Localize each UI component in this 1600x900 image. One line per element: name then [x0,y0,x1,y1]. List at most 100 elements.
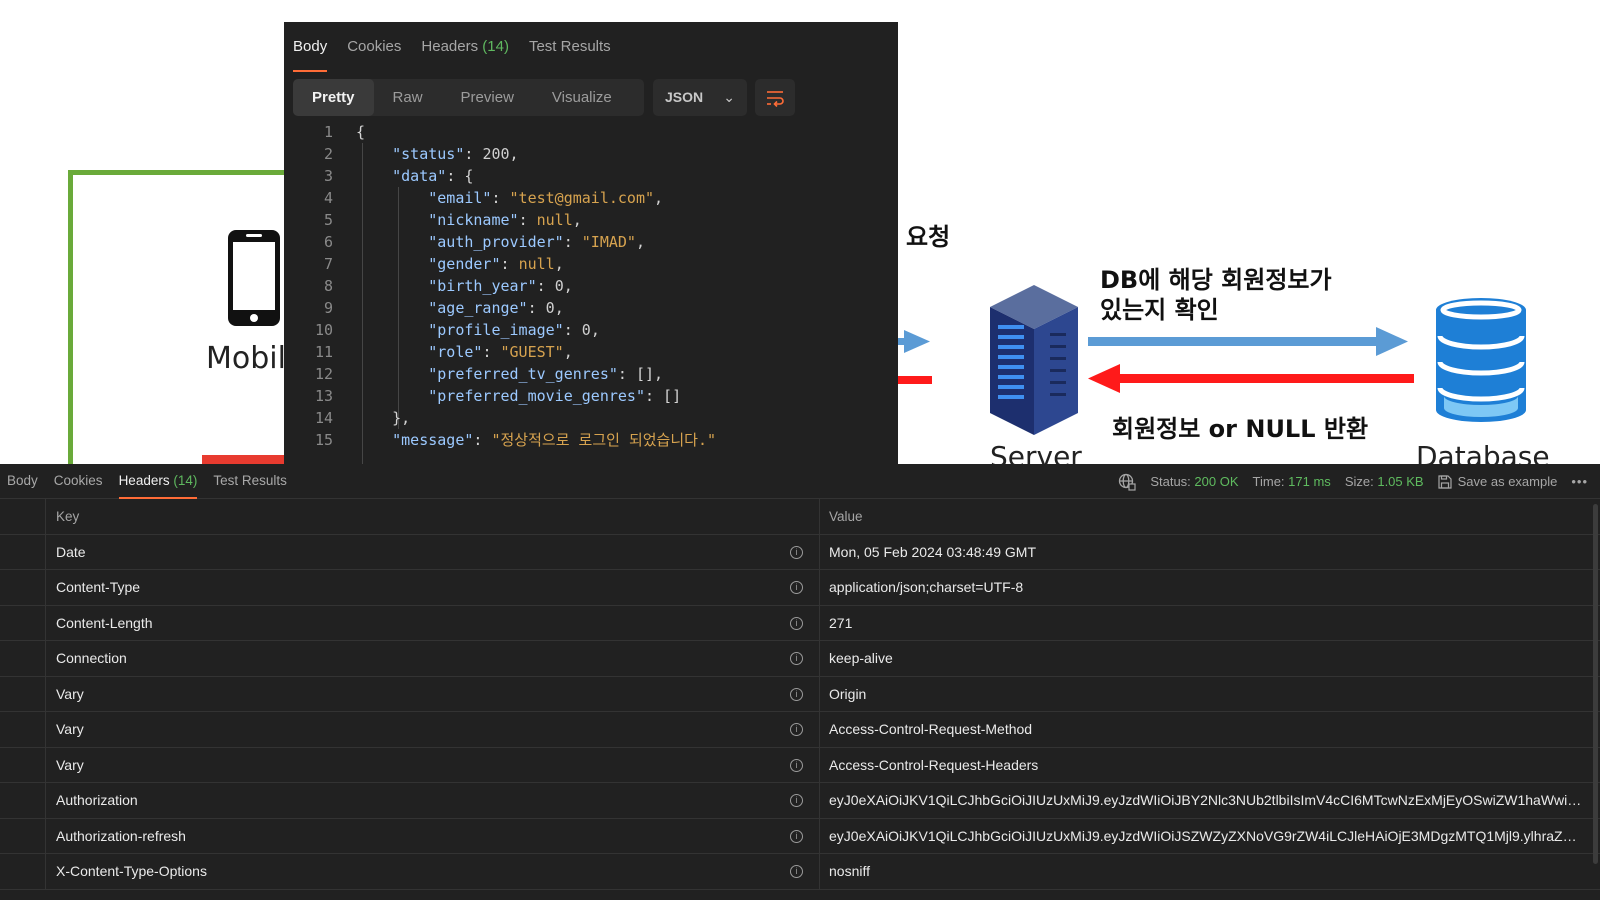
info-icon[interactable]: i [790,865,803,878]
info-icon[interactable]: i [790,545,803,559]
header-value: eyJ0eXAiOiJKV1QiLCJhbGciOiJIUzUxMiJ9.eyJ… [829,827,1584,844]
header-value: keep-alive [829,650,893,666]
info-icon[interactable]: i [790,581,803,594]
json-punctuation: : [491,189,510,207]
tab-cookies[interactable]: Cookies [54,464,103,499]
line-number: 3 [323,167,333,185]
json-punctuation: , [509,145,519,163]
code-text: "nickname": null, [356,209,582,231]
status-value: 200 OK [1194,474,1239,489]
view-preview-button[interactable]: Preview [442,79,533,116]
info-icon[interactable]: i [790,616,803,630]
tab-headers[interactable]: Headers (14) [118,464,197,499]
wrap-lines-button[interactable] [755,79,795,116]
header-key: Vary [56,685,84,702]
format-select[interactable]: JSON ⌄ [653,79,747,116]
line-number: 7 [323,255,333,273]
headers-table: Key Value Date i Mon, 05 Feb 2024 03:48:49… [0,499,1600,890]
header-key: Vary [56,756,84,773]
header-value: application/json;charset=UTF-8 [829,579,1024,595]
code-text: "preferred_tv_genres": [], [356,363,663,385]
response-tabs: Body Cookies Headers (14) Test Results [293,36,611,76]
header-value: Access-Control-Request-Headers [829,756,1039,773]
code-text: "status": 200, [356,143,519,165]
tab-body[interactable]: Body [7,464,38,499]
header-key: Date [56,543,86,560]
info-icon[interactable]: i [790,652,803,665]
tab-headers[interactable]: Headers (14) [421,36,509,72]
code-line: 7 "gender": null, [284,253,898,275]
json-punctuation: : [482,343,501,361]
server-database-arrows [1088,327,1414,393]
view-mode-switcher: Pretty Raw Preview Visualize [293,79,644,116]
status-indicator: Status: 200 OK [1150,474,1239,489]
json-key: "preferred_movie_genres" [428,387,645,405]
line-number: 4 [323,189,333,207]
json-key: "preferred_tv_genres" [428,365,618,383]
json-punctuation: : [527,299,546,317]
json-value: 200 [482,145,510,163]
headers-toolbar: Body Cookies Headers (14) Test Results S… [0,464,1600,499]
json-key: "status" [392,145,465,163]
code-text: }, [356,407,410,429]
json-value: "GUEST" [500,343,564,361]
table-row: Vary i Origin [0,676,1600,712]
json-punctuation [356,211,428,229]
code-line: 8 "birth_year": 0, [284,275,898,297]
response-meta: Status: 200 OK Time: 171 ms Size: 1.05 K… [1118,464,1588,499]
header-key: Content-Type [56,579,141,595]
line-number: 14 [314,409,333,427]
code-text: "role": "GUEST", [356,341,573,363]
header-key: Vary [56,721,84,737]
info-icon[interactable]: i [790,829,803,843]
code-text: "profile_image": 0, [356,319,600,341]
vertical-scrollbar[interactable] [1593,504,1598,864]
line-number: 5 [323,211,333,229]
json-key: "age_range" [428,299,528,317]
tab-cookies[interactable]: Cookies [347,36,401,72]
json-punctuation: , [635,233,645,251]
line-number: 8 [323,277,333,295]
line-number: 11 [314,343,333,361]
json-code-view: 1{2 "status": 200, 3 "data": {4 "email": … [284,121,898,451]
json-value: 0 [554,277,564,295]
json-punctuation: : [563,233,582,251]
json-punctuation [356,277,428,295]
column-header-key: Key [56,509,80,524]
json-punctuation: , [554,299,564,317]
line-number: 15 [314,431,333,449]
table-row: Content-Type i application/json;charset=UT… [0,570,1600,606]
json-key: "profile_image" [428,321,564,339]
code-text: "gender": null, [356,253,563,275]
code-text: "data": { [356,165,473,187]
size-indicator: Size: 1.05 KB [1344,474,1424,489]
mobile-label: Mobil [206,341,286,376]
tab-test-results[interactable]: Test Results [529,36,611,72]
view-visualize-button[interactable]: Visualize [533,79,631,116]
code-line: 4 "email": "test@gmail.com", [284,187,898,209]
json-punctuation [356,321,428,339]
json-punctuation: : [536,277,555,295]
json-punctuation [356,167,392,185]
view-raw-button[interactable]: Raw [374,79,442,116]
json-punctuation: , [654,189,664,207]
tab-body[interactable]: Body [293,36,328,72]
save-icon [1438,474,1452,489]
tab-test-results[interactable]: Test Results [213,464,287,499]
client-server-arrows [896,330,932,384]
info-icon[interactable]: i [790,723,803,736]
globe-icon[interactable] [1118,473,1136,491]
info-icon[interactable]: i [790,758,803,772]
save-as-example-button[interactable]: Save as example [1438,474,1557,489]
info-icon[interactable]: i [790,687,803,701]
headers-panel-tabs: Body Cookies Headers (14) Test Results [7,464,287,499]
json-key: "email" [428,189,492,207]
more-options-button[interactable]: ••• [1571,474,1588,489]
response-body-panel: Body Cookies Headers (14) Test Results P… [284,22,898,466]
json-punctuation: : [518,211,537,229]
code-line: 14 }, [284,407,898,429]
smartphone-icon [228,230,280,326]
view-pretty-button[interactable]: Pretty [293,79,374,116]
info-icon[interactable]: i [790,794,803,807]
json-value: null [518,255,555,273]
